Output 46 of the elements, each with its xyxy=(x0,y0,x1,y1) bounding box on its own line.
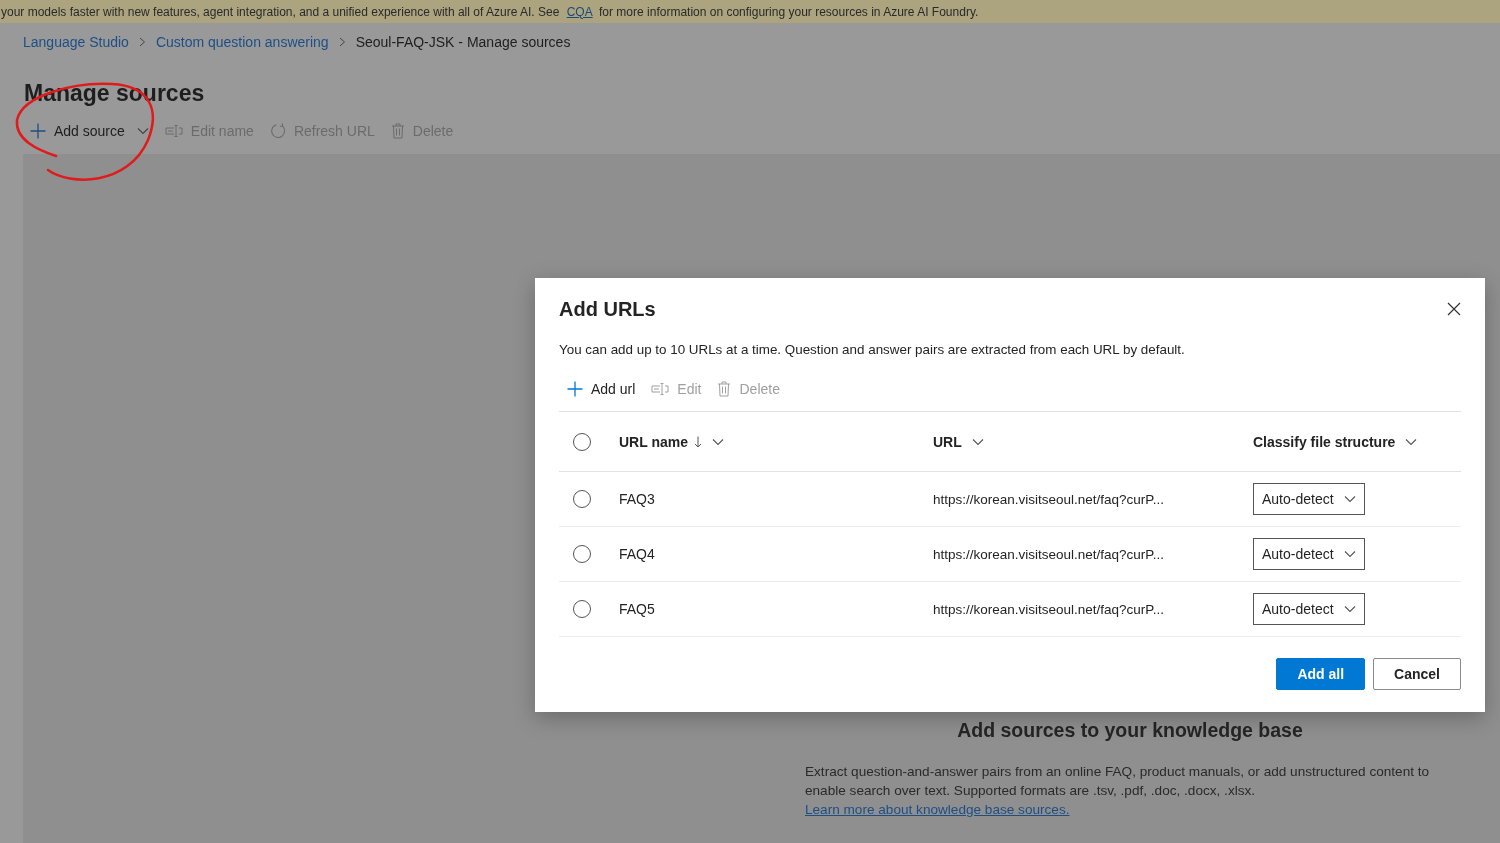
column-header[interactable]: URL xyxy=(933,433,984,450)
chevron-down-icon xyxy=(712,437,724,446)
url-cell: https://korean.visitseoul.net/faq?curP... xyxy=(933,492,1164,507)
column-header[interactable]: URL name xyxy=(619,433,724,450)
toolbar-button[interactable]: Add url xyxy=(567,381,636,397)
rename-icon xyxy=(164,125,183,137)
radio-button[interactable] xyxy=(573,600,591,618)
cancel-button[interactable]: Cancel xyxy=(1373,658,1461,690)
structure-dropdown[interactable]: Auto-detect xyxy=(1253,538,1365,570)
banner-link[interactable]: CQA xyxy=(566,4,593,19)
breadcrumb-link[interactable]: Language Studio xyxy=(23,34,129,50)
breadcrumb-current: Seoul-FAQ-JSK - Manage sources xyxy=(355,34,571,50)
radio-button[interactable] xyxy=(573,432,591,451)
url-cell: https://korean.visitseoul.net/faq?curP... xyxy=(933,602,1164,617)
dialog-title: Add URLs xyxy=(559,297,656,321)
chevron-down-icon xyxy=(1344,550,1356,558)
toolbar-button[interactable]: Add source xyxy=(30,123,149,139)
learn-more-link[interactable]: Learn more about knowledge base sources. xyxy=(805,802,1070,817)
close-button[interactable] xyxy=(1447,302,1461,316)
structure-dropdown[interactable]: Auto-detect xyxy=(1253,483,1365,515)
chevron-down-icon xyxy=(1344,495,1356,503)
banner-message: your models faster with new features, agent integration, and a unified experience with all of Azure AI. See CQA for more information on configuring your resources in Azure AI Foundry. xyxy=(0,4,979,19)
chevron-down-icon xyxy=(1405,437,1418,446)
trash-icon xyxy=(390,123,405,139)
structure-dropdown[interactable]: Auto-detect xyxy=(1253,593,1365,625)
radio-button[interactable] xyxy=(573,490,591,508)
add-all-button[interactable]: Add all xyxy=(1276,658,1366,690)
refresh-icon xyxy=(269,123,286,139)
chevron-down-icon xyxy=(971,437,984,446)
url-name-cell: FAQ4 xyxy=(619,546,655,562)
trash-icon xyxy=(717,381,732,397)
chevron-right-icon xyxy=(138,37,146,47)
url-cell: https://korean.visitseoul.net/faq?curP... xyxy=(933,547,1164,562)
rename-icon xyxy=(651,383,670,395)
url-name-cell: FAQ5 xyxy=(619,601,655,617)
plus-icon xyxy=(30,123,46,139)
url-name-cell: FAQ3 xyxy=(619,491,655,507)
plus-icon xyxy=(567,381,583,397)
dialog-description: You can add up to 10 URLs at a time. Question and answer pairs are extracted from each URL by default. xyxy=(559,342,1186,357)
breadcrumb-link[interactable]: Custom question answering xyxy=(155,34,329,50)
chevron-down-icon xyxy=(1344,605,1356,613)
radio-button[interactable] xyxy=(573,545,591,563)
chevron-right-icon xyxy=(338,37,346,47)
column-header[interactable]: Classify file structure xyxy=(1253,433,1418,450)
empty-state-title: Add sources to your knowledge base xyxy=(956,719,1304,742)
empty-state-text: Extract question-and-answer pairs from an online FAQ, product manuals, or add unstructured content to enable search over text. Supported formats are .tsv, .pdf, .doc, .docx, .xlsx. Learn more about knowledge base sources. xyxy=(805,763,1431,819)
